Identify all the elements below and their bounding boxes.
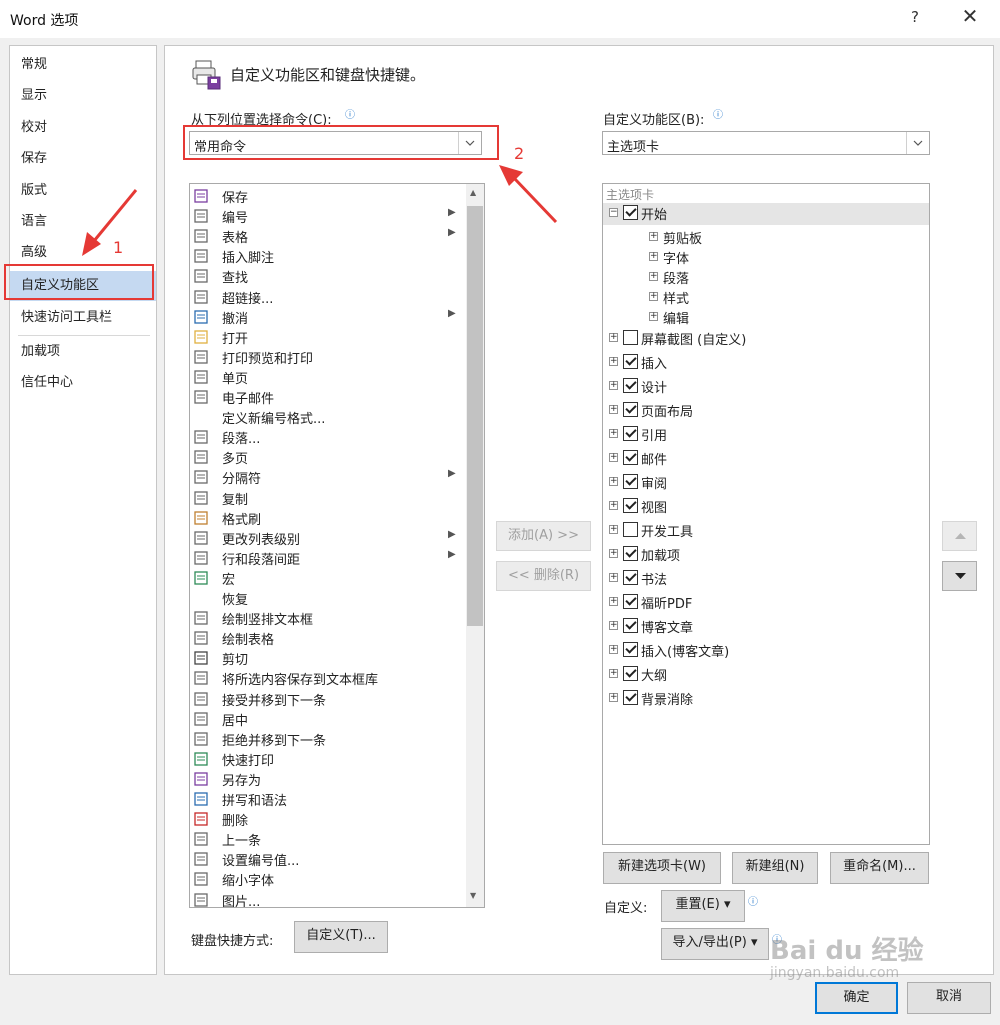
annotation-label-1: 1 [113, 238, 124, 257]
annotation-label-2: 2 [514, 144, 525, 163]
annotation-arrows [82, 165, 558, 256]
watermark: Bai du 经验 [770, 936, 924, 966]
watermark-url: jingyan.baidu.com [770, 965, 900, 981]
